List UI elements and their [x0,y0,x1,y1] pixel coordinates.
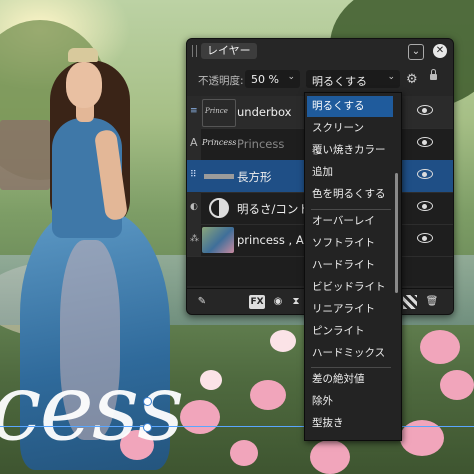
layer-thumbnail: Princess [202,131,237,157]
blend-mode-select[interactable]: 明るくする ⌄ [306,70,400,88]
eye-icon[interactable] [417,233,433,243]
pixel-layer-icon: ⁂ [190,234,199,244]
flower [420,330,460,364]
chevron-down-icon: ⌄ [287,72,295,82]
blend-mode-menu: 明るくする スクリーン 覆い焼きカラー 追加 色を明るくする オーバーレイ ソフ… [304,92,402,441]
menu-item[interactable]: ハードミックス [307,343,393,364]
menu-separator [311,367,391,368]
flower [250,380,286,410]
flower [270,330,296,352]
opacity-row: 不透明度: 50 % ⌄ 明るくする ⌄ ⚙ [187,69,453,91]
mask-icon[interactable]: ◉ [271,295,285,309]
figure-face [66,62,102,108]
flower [230,440,258,466]
layer-name: 長方形 [237,170,272,184]
layer-thumbnail: Prince [202,99,236,127]
text-layer-icon: A [190,136,198,149]
menu-item[interactable]: スクリーン [307,118,393,139]
brightness-contrast-icon [209,198,229,218]
selection-handle[interactable] [143,397,152,406]
thumbnail-label: Princess [202,138,237,147]
rectangle-thumbnail [204,174,234,179]
menu-item[interactable]: 覆い焼きカラー [307,140,393,161]
flower [440,370,474,400]
shape-layer-icon: ⠿ [190,170,197,180]
chevron-down-icon: ⌄ [387,72,395,82]
menu-item[interactable]: 追加 [307,162,393,183]
close-button[interactable]: ✕ [433,44,447,58]
layer-gutter: ◐ [187,192,201,224]
menu-item[interactable]: 色を明るくする [307,184,393,205]
adjustment-layer-icon: ◐ [190,202,198,212]
selection-baseline [0,426,474,427]
layer-gutter: ≡ [187,96,201,128]
menu-item[interactable]: リニアライト [307,299,393,320]
layer-gutter: A [187,128,201,160]
adjustment-icon[interactable]: ⧗ [289,295,303,309]
layer-type-icon: ≡ [190,106,198,116]
opacity-field[interactable]: 50 % ⌄ [245,70,300,88]
menu-item[interactable]: 明るくする [307,96,393,117]
edit-icon[interactable]: ✎ [195,295,209,309]
layer-name: underbox [237,105,292,119]
menu-item[interactable]: オーバーレイ [307,211,393,232]
eye-icon[interactable] [417,201,433,211]
canvas-text[interactable]: cess [0,362,184,454]
fx-button[interactable]: FX [249,295,265,309]
layer-gutter: ⠿ [187,160,201,192]
blend-mode-value: 明るくする [312,75,367,88]
figure-crown [68,48,98,62]
eye-icon[interactable] [417,105,433,115]
menu-item[interactable]: 型抜き [307,413,393,434]
lock-icon[interactable] [430,69,437,80]
menu-separator [311,209,391,210]
flower [200,370,222,390]
menu-item[interactable]: ピンライト [307,321,393,342]
opacity-value: 50 % [251,73,279,86]
selection-handle[interactable] [143,423,152,432]
menu-item[interactable]: ビビッドライト [307,277,393,298]
menu-scrollbar[interactable] [395,173,398,293]
gear-icon[interactable]: ⚙ [406,72,418,87]
layer-gutter: ⁂ [187,224,201,256]
menu-item[interactable]: 差の絶対値 [307,369,393,390]
menu-item[interactable]: 除外 [307,391,393,412]
panel-header: レイヤー ⌄ ✕ [187,39,453,63]
eye-icon[interactable] [417,169,433,179]
menu-item[interactable]: ソフトライト [307,233,393,254]
trash-icon[interactable]: 🗑 [425,295,439,309]
flower [310,440,350,474]
tab-layers[interactable]: レイヤー [201,43,257,59]
layer-thumbnail [202,227,234,253]
layer-thumbnail [202,163,234,189]
opacity-label: 不透明度: [198,75,244,87]
layer-name: Princess [237,137,285,151]
eye-icon[interactable] [417,137,433,147]
thumbnail-label: Prince [205,107,228,115]
drag-grip-icon[interactable] [192,45,197,57]
layer-thumbnail [202,195,234,221]
checkerboard-icon[interactable] [403,295,417,309]
menu-item[interactable]: ハードライト [307,255,393,276]
flower [180,400,220,434]
collapse-button[interactable]: ⌄ [408,44,424,60]
